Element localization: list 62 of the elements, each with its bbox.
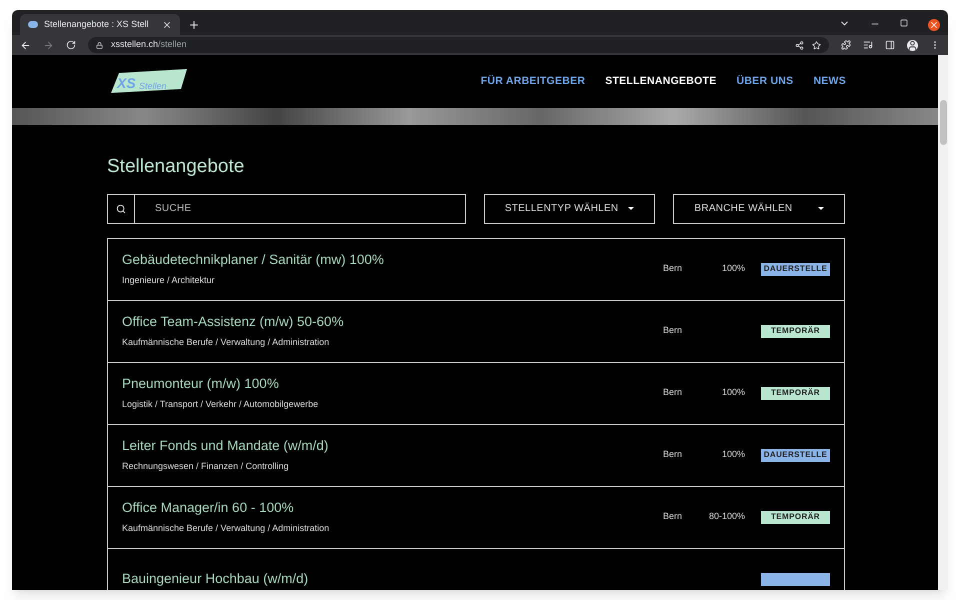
job-title[interactable]: Pneumonteur (m/w) 100% (122, 374, 622, 394)
job-category: Ingenieure / Architektur (122, 274, 216, 288)
profile-icon[interactable] (907, 40, 918, 50)
job-location: Bern (662, 448, 682, 462)
search-icon (116, 204, 126, 214)
job-location: Bern (662, 324, 682, 338)
address-bar[interactable]: xsstellen.ch/stellen (88, 37, 829, 53)
bookmark-star-icon[interactable] (812, 40, 821, 50)
job-title[interactable]: Gebäudetechnikplaner / Sanitär (mw) 100% (122, 250, 622, 270)
side-panel-icon[interactable] (885, 40, 895, 50)
job-type-badge: DAUERSTELLE (761, 262, 830, 276)
nav-link[interactable]: STELLENANGEBOTE (605, 74, 716, 90)
extensions-icon[interactable] (841, 40, 851, 50)
job-category: Kaufmännische Berufe / Verwaltung / Administration (122, 522, 330, 536)
job-title[interactable]: Bauingenieur Hochbau (w/m/d) (122, 568, 622, 590)
job-category: Logistik / Transport / Verkehr / Automobilgewerbe (122, 398, 320, 412)
job-title[interactable]: Office Team-Assistenz (m/w) 50-60% (122, 312, 622, 332)
job-type-badge: TEMPORÄR (761, 386, 830, 400)
job-row[interactable]: Leiter Fonds und Mandate (w/m/d) Rechnungswesen / Finanzen / Controlling Bern 100% DAUERSTELLE (107, 424, 845, 486)
job-workload: 80-100% (708, 510, 745, 524)
close-icon[interactable] (162, 20, 172, 30)
job-title[interactable]: Office Manager/in 60 - 100% (122, 498, 622, 518)
job-type-badge: TEMPORÄR (761, 324, 830, 338)
browser-tab[interactable]: Stellenangebote : XS Stell (20, 14, 180, 35)
nav-link[interactable]: FÜR ARBEITGEBER (480, 74, 586, 90)
reload-icon[interactable] (66, 40, 76, 50)
job-category: Kaufmännische Berufe / Verwaltung / Administration (122, 336, 330, 350)
lock-icon (96, 42, 103, 48)
logo-name: Stellen (139, 80, 167, 90)
job-location: Bern (662, 386, 682, 400)
job-workload: 100% (720, 386, 745, 400)
forward-icon[interactable] (43, 40, 54, 50)
caret-icon (818, 207, 824, 210)
maximize-icon[interactable] (900, 19, 908, 27)
media-icon[interactable] (863, 40, 873, 50)
url-text: xsstellen.ch/stellen (111, 38, 187, 52)
caret-icon (628, 207, 634, 210)
close-window-icon[interactable] (928, 19, 940, 31)
filter-dropdown[interactable]: STELLENTYP WÄHLEN (484, 194, 656, 224)
job-row[interactable]: Office Team-Assistenz (m/w) 50-60% Kaufmännische Berufe / Verwaltung / Administration Bern TEMPORÄR (107, 300, 845, 362)
job-row[interactable]: Bauingenieur Hochbau (w/m/d) (107, 548, 845, 590)
job-row[interactable]: Pneumonteur (m/w) 100% Logistik / Transport / Verkehr / Automobilgewerbe Bern 100% TEMPORÄR (107, 362, 845, 424)
nav-link[interactable]: ÜBER UNS (736, 74, 794, 90)
job-workload: 100% (720, 262, 745, 276)
job-location: Bern (662, 262, 682, 276)
job-row[interactable]: Office Manager/in 60 - 100% Kaufmännische Berufe / Verwaltung / Administration Bern 80-100% TEMPORÄR (107, 486, 845, 548)
job-workload: 100% (720, 448, 745, 462)
nav-link[interactable]: NEWS (813, 74, 846, 90)
job-category: Rechnungswesen / Finanzen / Controlling (122, 460, 290, 474)
filter-dropdown[interactable]: BRANCHE WÄHLEN (673, 194, 845, 224)
favicon-icon (28, 21, 38, 28)
back-icon[interactable] (20, 40, 31, 50)
new-tab-icon[interactable] (188, 19, 200, 31)
tab-title: Stellenangebote : XS Stell (44, 18, 150, 31)
job-row[interactable]: Gebäudetechnikplaner / Sanitär (mw) 100% Ingenieure / Architektur Bern 100% DAUERSTELLE (107, 238, 845, 300)
page-heading: Stellenangebote (107, 155, 246, 179)
share-icon[interactable] (795, 40, 804, 50)
logo-mark: XS (117, 74, 136, 90)
job-type-badge: TEMPORÄR (761, 510, 830, 524)
job-location: Bern (662, 510, 682, 524)
job-title[interactable]: Leiter Fonds und Mandate (w/m/d) (122, 436, 622, 456)
job-type-badge: DAUERSTELLE (761, 448, 830, 462)
